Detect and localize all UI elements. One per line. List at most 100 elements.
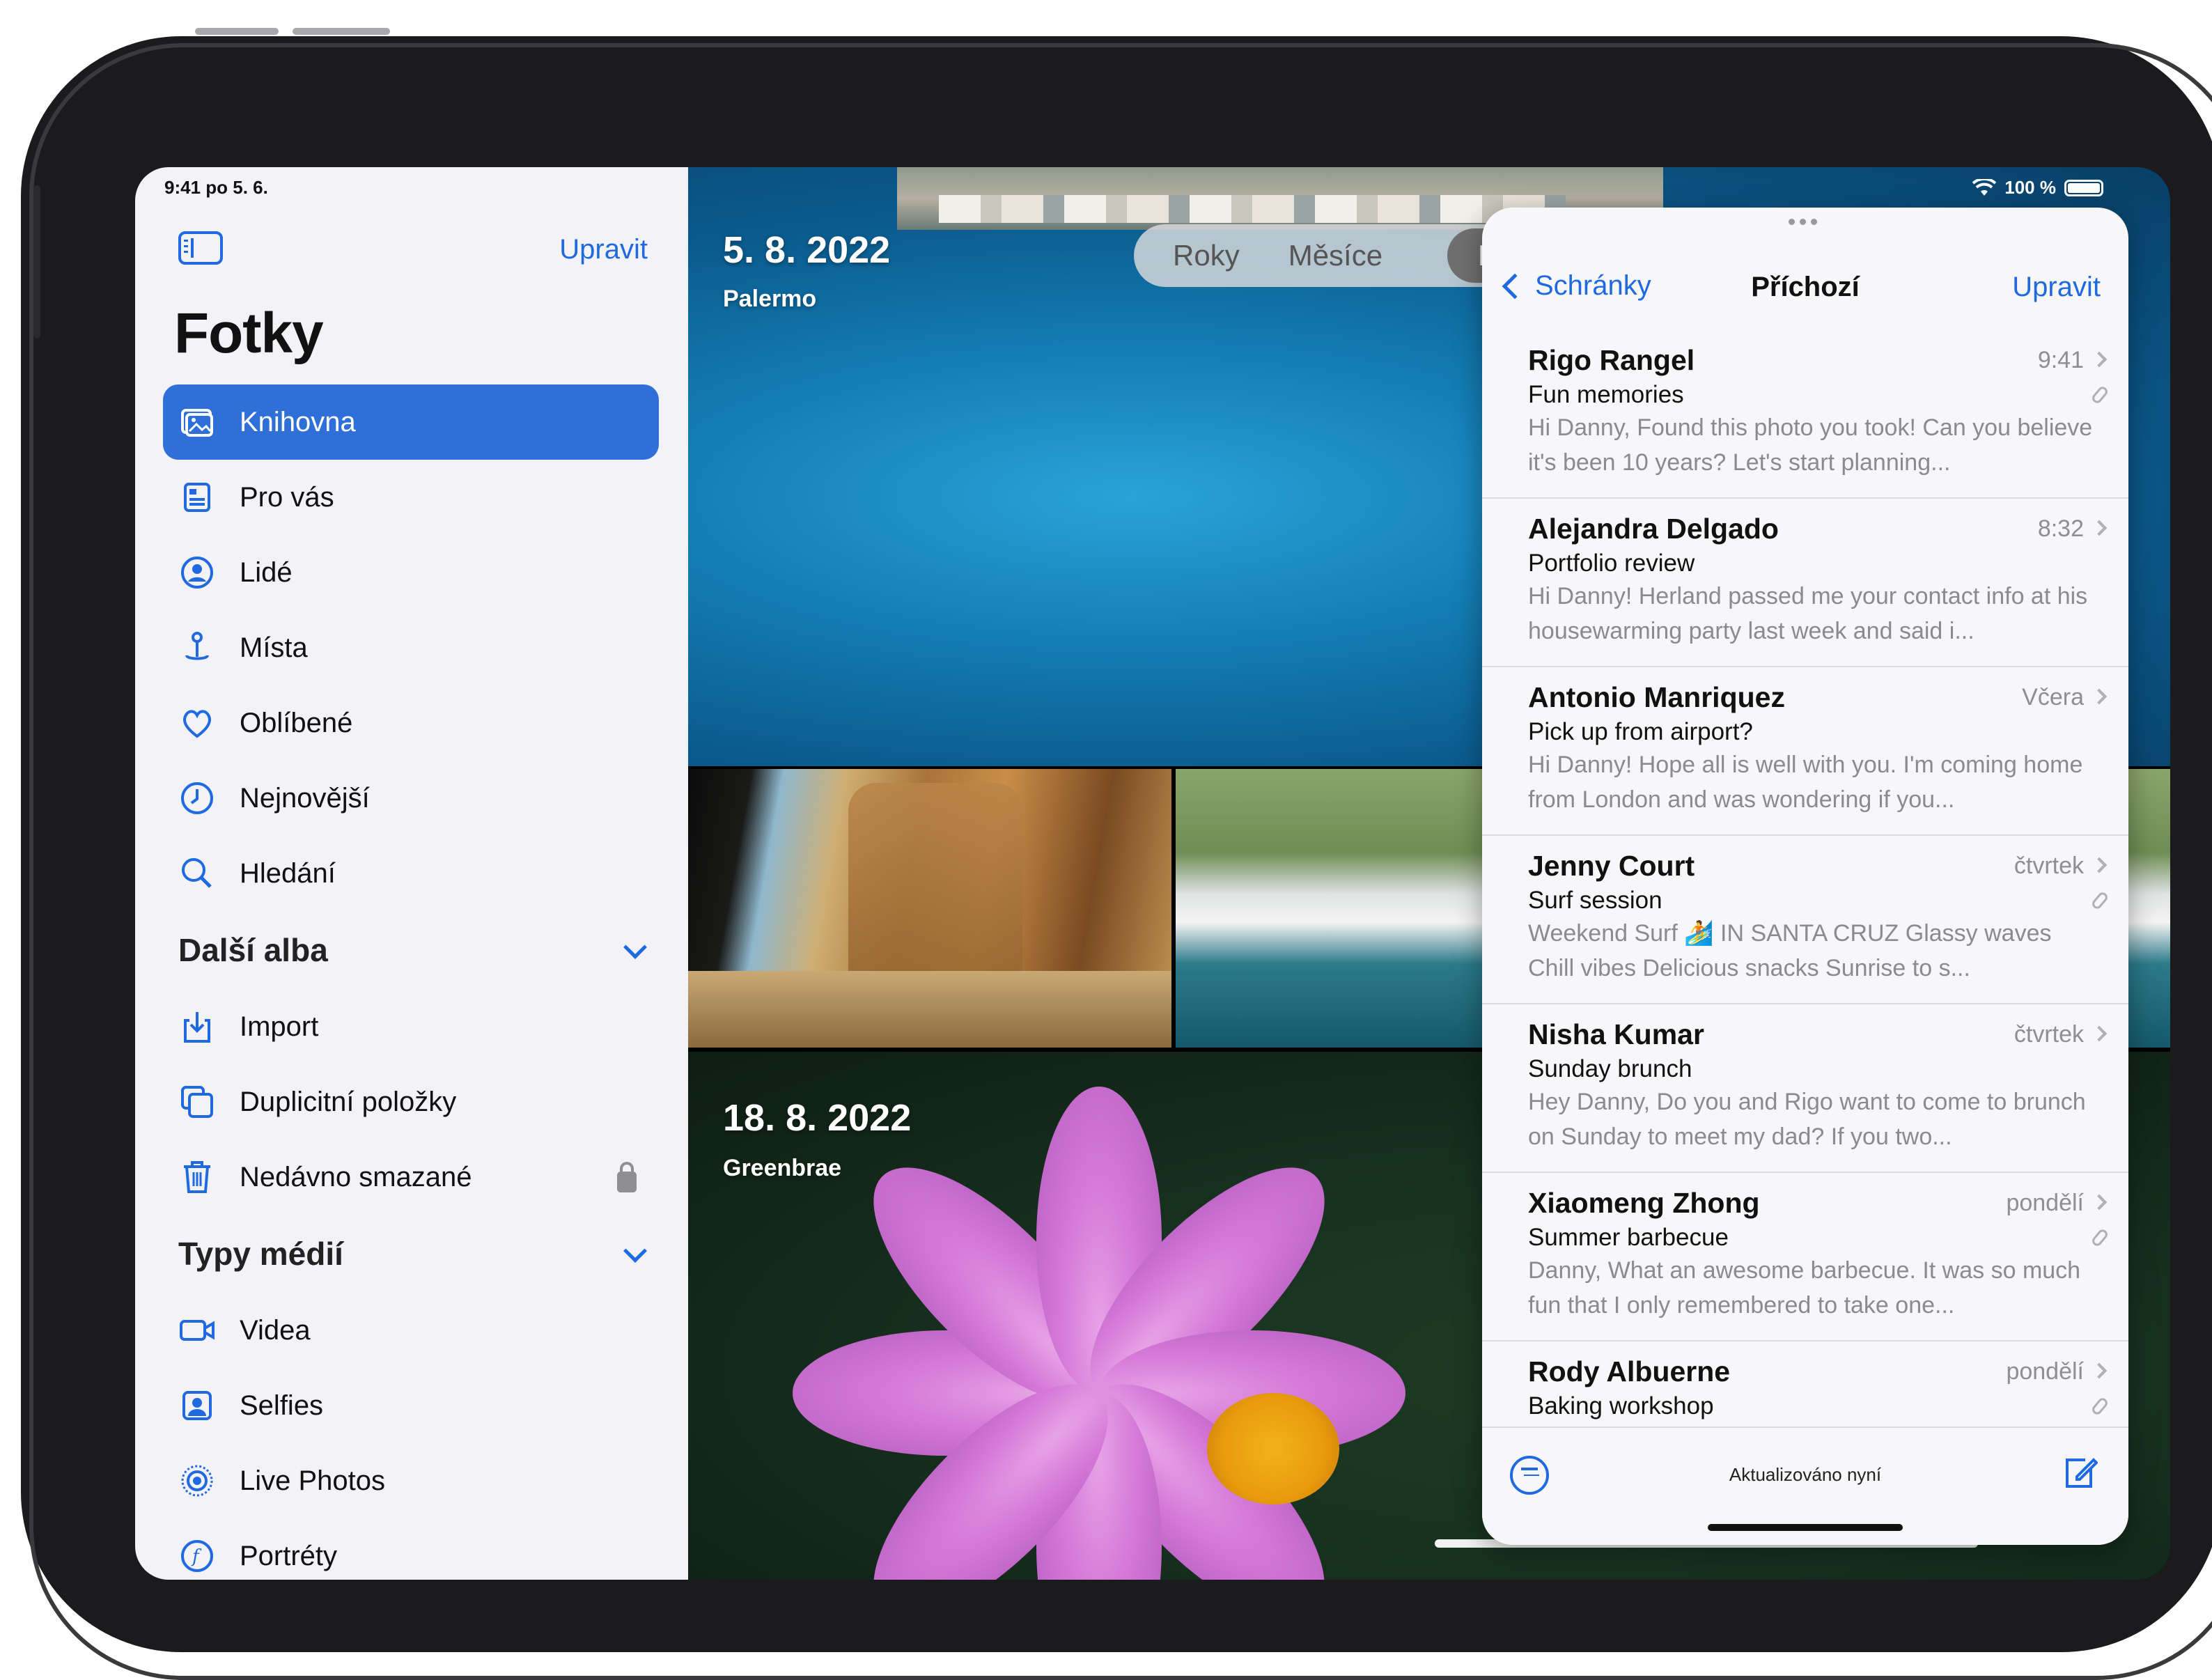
sand	[688, 971, 1171, 1048]
clock-icon	[176, 777, 219, 820]
sidebar-item-live-photos[interactable]: Live Photos	[163, 1443, 659, 1518]
sidebar-item-recently-deleted[interactable]: Nedávno smazané	[163, 1140, 659, 1215]
sidebar-item-favorites[interactable]: Oblíbené	[163, 685, 659, 761]
segment-months[interactable]: Měsíce	[1288, 239, 1382, 272]
sidebar-item-label: Nejnovější	[240, 782, 370, 814]
search-icon	[176, 852, 219, 895]
message-row[interactable]: Xiaomeng Zhong pondělí Summer barbecue Dann…	[1482, 1173, 2128, 1341]
battery-percent: 100 %	[2004, 177, 2056, 198]
status-time-date: 9:41 po 5. 6.	[164, 177, 268, 198]
lock-icon	[617, 1162, 637, 1192]
sidebar-item-label: Selfies	[240, 1390, 324, 1421]
sidebar-item-videos[interactable]: Videa	[163, 1293, 659, 1368]
sidebar-item-label: Portréty	[240, 1540, 338, 1571]
photo-library-icon	[176, 400, 219, 444]
message-preview: Danny, What an awesome barbecue. It was …	[1528, 1257, 2081, 1319]
sidebar-item-label: Import	[240, 1011, 319, 1042]
message-list: Rigo Rangel 9:41 Fun memories Hi Danny, Fou…	[1482, 330, 2128, 1510]
message-preview: Hi Danny! Hope all is well with you. I'm…	[1528, 752, 2083, 813]
section-title: Typy médií	[178, 1236, 343, 1272]
section-media-types[interactable]: Typy médií	[163, 1215, 659, 1293]
sidebar: 9:41 po 5. 6. Upravit Fotky Knihovna Pro…	[135, 167, 688, 1580]
section-more-albums[interactable]: Další alba	[163, 911, 659, 989]
message-time: 8:32	[2037, 515, 2084, 542]
group-date: 18. 8. 2022	[723, 1097, 912, 1139]
message-row[interactable]: Alejandra Delgado 8:32 Portfolio review Hi …	[1482, 499, 2128, 667]
volume-button	[195, 28, 279, 35]
message-subject: Baking workshop	[1528, 1392, 1714, 1420]
message-time: pondělí	[2006, 1190, 2084, 1216]
message-subject: Portfolio review	[1528, 550, 1695, 577]
mail-nav-bar: Schránky Příchozí Upravit	[1482, 249, 2128, 326]
live-photo-icon	[176, 1459, 219, 1502]
group-place: Palermo	[723, 286, 817, 312]
message-subject: Fun memories	[1528, 381, 1684, 408]
sidebar-item-selfies[interactable]: Selfies	[163, 1368, 659, 1443]
photo-rock-arch[interactable]	[688, 769, 1171, 1048]
trash-icon	[176, 1156, 219, 1199]
message-time: 9:41	[2037, 347, 2084, 373]
sidebar-toggle-icon[interactable]	[178, 231, 223, 265]
edit-button[interactable]: Upravit	[559, 234, 648, 265]
sidebar-item-for-you[interactable]: Pro vás	[163, 460, 659, 535]
sidebar-item-label: Oblíbené	[240, 707, 353, 738]
message-time: čtvrtek	[2014, 1021, 2084, 1048]
for-you-icon	[176, 476, 219, 519]
heart-icon	[176, 701, 219, 745]
message-sender: Antonio Manriquez	[1528, 681, 1785, 713]
portrait-icon: f	[176, 1534, 219, 1578]
section-title: Další alba	[178, 932, 328, 968]
sidebar-item-label: Hledání	[240, 857, 336, 889]
battery-icon	[2064, 179, 2103, 196]
sidebar-item-label: Pro vás	[240, 481, 334, 513]
map-pin-icon	[176, 626, 219, 669]
sidebar-item-search[interactable]: Hledání	[163, 836, 659, 911]
message-time: pondělí	[2006, 1358, 2084, 1385]
message-preview: Hi Danny! Herland passed me your contact…	[1528, 583, 2088, 644]
mail-edit-button[interactable]: Upravit	[2012, 272, 2101, 303]
screen: 5. 8. 2022 Palermo 18. 8. 2022 Greenbrae…	[135, 167, 2170, 1580]
home-indicator[interactable]	[1708, 1524, 1903, 1531]
sidebar-item-label: Live Photos	[240, 1465, 386, 1496]
message-time: čtvrtek	[2014, 853, 2084, 879]
message-sender: Alejandra Delgado	[1528, 513, 1779, 545]
message-row[interactable]: Nisha Kumar čtvrtek Sunday brunch Hey Danny…	[1482, 1004, 2128, 1173]
page-title: Fotky	[174, 302, 324, 365]
sidebar-item-label: Místa	[240, 632, 308, 663]
message-row[interactable]: Jenny Court čtvrtek Surf session Weekend Su…	[1482, 836, 2128, 1004]
message-preview: Hey Danny, Do you and Rigo want to come …	[1528, 1089, 2086, 1150]
status-bar-right: 100 %	[1972, 177, 2103, 199]
sidebar-item-recents[interactable]: Nejnovější	[163, 761, 659, 836]
message-sender: Rigo Rangel	[1528, 344, 1695, 376]
volume-button	[293, 28, 390, 35]
sidebar-item-label: Nedávno smazané	[240, 1161, 472, 1192]
sidebar-item-portraits[interactable]: f Portréty	[163, 1518, 659, 1580]
sidebar-item-label: Duplicitní položky	[240, 1086, 457, 1117]
message-subject: Sunday brunch	[1528, 1055, 1692, 1082]
flower-center	[1207, 1393, 1339, 1504]
message-row[interactable]: Rigo Rangel 9:41 Fun memories Hi Danny, Fou…	[1482, 330, 2128, 499]
update-status: Aktualizováno nyní	[1729, 1464, 1882, 1485]
sidebar-item-import[interactable]: Import	[163, 989, 659, 1064]
grabber-handle[interactable]	[1789, 219, 1823, 227]
segment-years[interactable]: Roky	[1173, 239, 1240, 272]
person-circle-icon	[176, 551, 219, 594]
sidebar-item-places[interactable]: Místa	[163, 610, 659, 685]
selfie-icon	[176, 1384, 219, 1427]
duplicate-icon	[176, 1080, 219, 1123]
sidebar-item-label: Videa	[240, 1314, 311, 1346]
message-subject: Pick up from airport?	[1528, 718, 1753, 745]
group-place: Greenbrae	[723, 1155, 842, 1181]
chevron-down-icon	[623, 1239, 647, 1263]
message-preview: Weekend Surf 🏄 IN SANTA CRUZ Glassy wave…	[1528, 920, 2052, 981]
message-subject: Surf session	[1528, 887, 1662, 914]
compose-icon[interactable]	[2062, 1453, 2098, 1492]
group-date: 5. 8. 2022	[723, 229, 891, 271]
message-subject: Summer barbecue	[1528, 1224, 1729, 1251]
sidebar-item-duplicates[interactable]: Duplicitní položky	[163, 1064, 659, 1140]
message-row[interactable]: Antonio Manriquez Včera Pick up from airpo…	[1482, 667, 2128, 836]
sidebar-item-label: Knihovna	[240, 406, 356, 437]
flower	[793, 1087, 1447, 1580]
sidebar-item-people[interactable]: Lidé	[163, 535, 659, 610]
sidebar-item-library[interactable]: Knihovna	[163, 384, 659, 460]
